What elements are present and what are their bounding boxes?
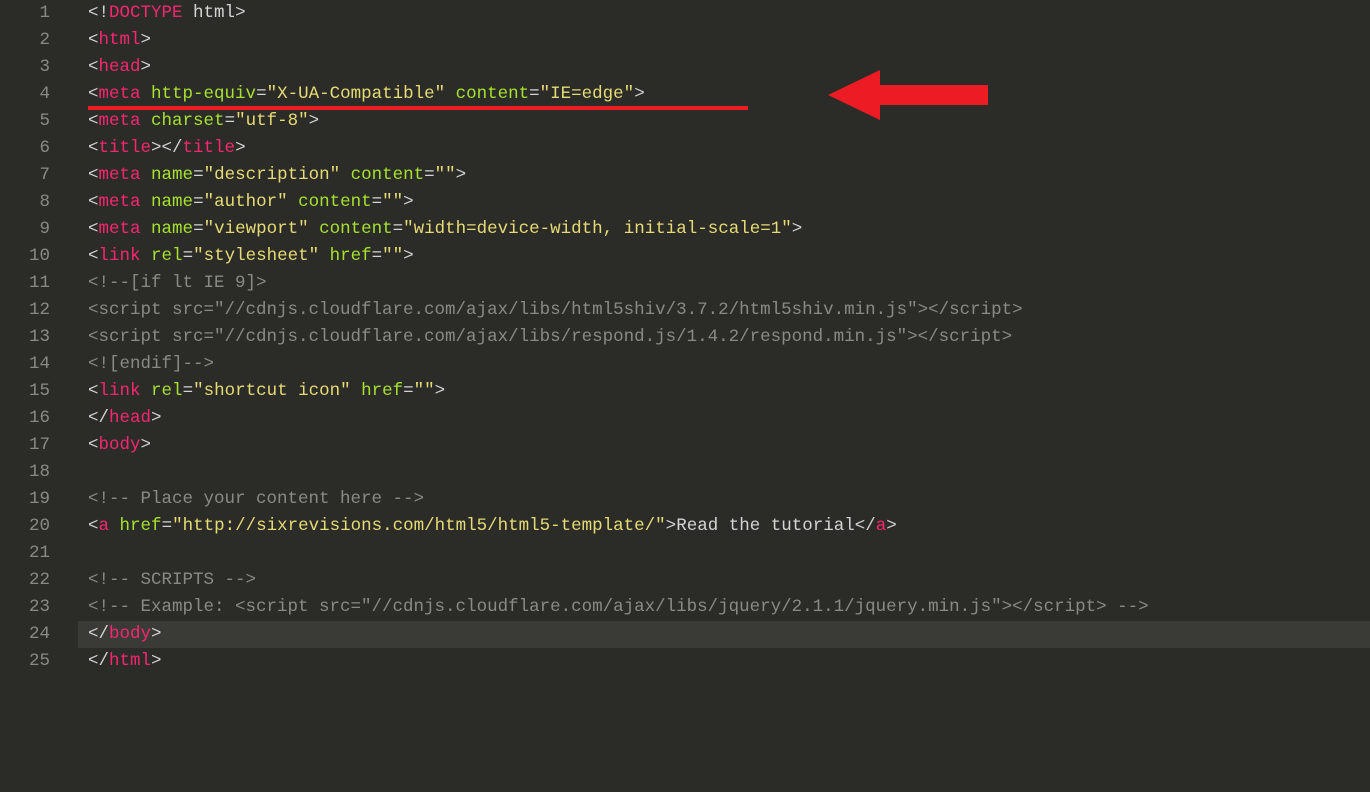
code-line[interactable]: <!DOCTYPE html>	[88, 0, 1370, 27]
line-number: 13	[0, 324, 50, 351]
code-line[interactable]: <!-- SCRIPTS -->	[88, 567, 1370, 594]
line-number: 15	[0, 378, 50, 405]
code-line[interactable]: <meta name="viewport" content="width=dev…	[88, 216, 1370, 243]
code-line[interactable]: </html>	[88, 648, 1370, 675]
line-number: 20	[0, 513, 50, 540]
code-line[interactable]: <meta http-equiv="X-UA-Compatible" conte…	[88, 81, 1370, 108]
code-line[interactable]: </head>	[88, 405, 1370, 432]
line-number: 17	[0, 432, 50, 459]
code-line[interactable]: <!-- Example: <script src="//cdnjs.cloud…	[88, 594, 1370, 621]
code-line[interactable]: <title></title>	[88, 135, 1370, 162]
line-number: 14	[0, 351, 50, 378]
code-line[interactable]: <link rel="shortcut icon" href="">	[88, 378, 1370, 405]
code-line[interactable]: <!--[if lt IE 9]>	[88, 270, 1370, 297]
line-number: 18	[0, 459, 50, 486]
highlight-underline	[88, 106, 748, 110]
code-line[interactable]: <link rel="stylesheet" href="">	[88, 243, 1370, 270]
line-number: 9	[0, 216, 50, 243]
code-editor[interactable]: 1 2 3 4 5 6 7 8 9 10 11 12 13 14 15 16 1…	[0, 0, 1370, 792]
line-number: 12	[0, 297, 50, 324]
line-number: 5	[0, 108, 50, 135]
code-line[interactable]	[88, 459, 1370, 486]
code-line-active[interactable]: </body>	[78, 621, 1370, 648]
line-number: 19	[0, 486, 50, 513]
code-line[interactable]: <script src="//cdnjs.cloudflare.com/ajax…	[88, 297, 1370, 324]
code-line[interactable]: <!-- Place your content here -->	[88, 486, 1370, 513]
line-number: 7	[0, 162, 50, 189]
line-number: 16	[0, 405, 50, 432]
line-number: 25	[0, 648, 50, 675]
line-number: 11	[0, 270, 50, 297]
line-number: 22	[0, 567, 50, 594]
line-number-gutter: 1 2 3 4 5 6 7 8 9 10 11 12 13 14 15 16 1…	[0, 0, 78, 792]
code-line[interactable]: <script src="//cdnjs.cloudflare.com/ajax…	[88, 324, 1370, 351]
code-area[interactable]: <!DOCTYPE html> <html> <head> <meta http…	[78, 0, 1370, 792]
line-number: 23	[0, 594, 50, 621]
line-number: 2	[0, 27, 50, 54]
code-line[interactable]: <meta name="description" content="">	[88, 162, 1370, 189]
line-number: 4	[0, 81, 50, 108]
line-number: 8	[0, 189, 50, 216]
code-line[interactable]: <head>	[88, 54, 1370, 81]
code-line[interactable]: <meta name="author" content="">	[88, 189, 1370, 216]
code-line[interactable]	[88, 540, 1370, 567]
code-line[interactable]: <a href="http://sixrevisions.com/html5/h…	[88, 513, 1370, 540]
code-line[interactable]: <meta charset="utf-8">	[88, 108, 1370, 135]
line-number: 3	[0, 54, 50, 81]
line-number: 1	[0, 0, 50, 27]
code-line[interactable]: <![endif]-->	[88, 351, 1370, 378]
line-number: 24	[0, 621, 50, 648]
line-number: 10	[0, 243, 50, 270]
code-line[interactable]: <html>	[88, 27, 1370, 54]
line-number: 21	[0, 540, 50, 567]
code-line[interactable]: <body>	[88, 432, 1370, 459]
line-number: 6	[0, 135, 50, 162]
